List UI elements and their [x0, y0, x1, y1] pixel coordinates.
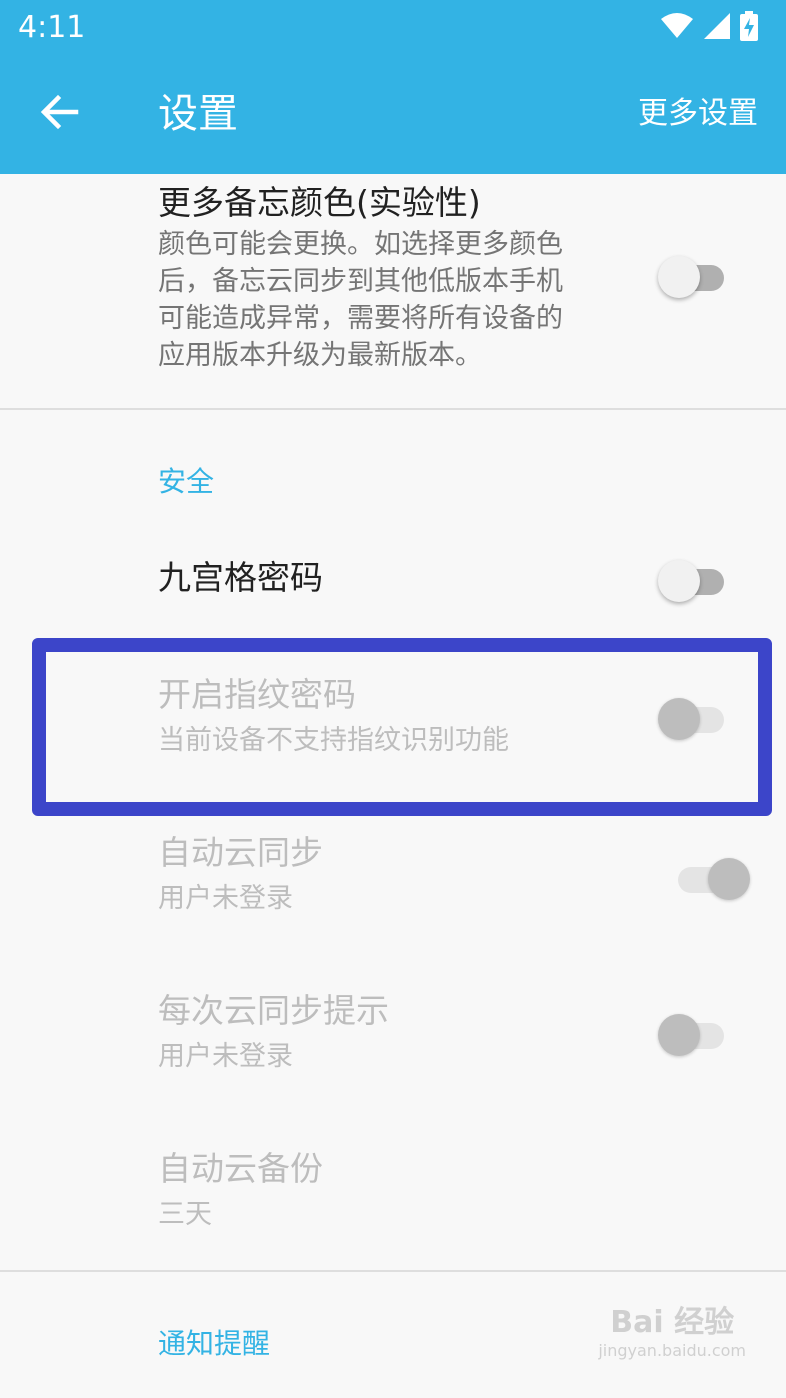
pref-title: 自动云备份 [158, 1149, 323, 1188]
pref-summary: 用户未登录 [158, 1041, 293, 1072]
status-icons [660, 10, 758, 42]
pref-title: 每次云同步提示 [158, 991, 389, 1030]
pref-title: 自动云同步 [158, 833, 323, 872]
page-title: 设置 [158, 91, 238, 137]
pref-title: 九宫格密码 [158, 558, 323, 597]
pref-title: 更多备忘颜色(实验性) [158, 183, 481, 222]
pref-summary: 用户未登录 [158, 883, 293, 914]
pattern-lock-switch[interactable] [658, 554, 728, 602]
section-header-security: 安全 [158, 465, 215, 498]
battery-charging-icon [740, 11, 758, 41]
watermark: Bai 经验 jingyan.baidu.com [598, 1305, 746, 1360]
arrow-left-icon [40, 94, 79, 130]
status-time: 4:11 [18, 10, 86, 45]
section-header-notifications: 通知提醒 [158, 1327, 271, 1360]
wifi-icon [661, 13, 693, 38]
pref-summary: 颜色可能会更换。如选择更多颜色 后，备忘云同步到其他低版本手机 可能造成异常，需… [158, 229, 563, 371]
more-colors-switch[interactable] [658, 250, 728, 298]
divider [0, 1270, 786, 1272]
pref-summary: 三天 [158, 1199, 212, 1230]
auto-sync-switch [672, 852, 750, 900]
back-button[interactable] [36, 88, 84, 136]
signal-icon [704, 13, 730, 39]
divider [0, 408, 786, 410]
settings-list: 更多备忘颜色(实验性) 颜色可能会更换。如选择更多颜色 后，备忘云同步到其他低版… [0, 174, 786, 1398]
sync-prompt-switch [658, 1008, 728, 1056]
app-bar: 4:11 设置 更多设置 [0, 0, 786, 174]
more-settings-button[interactable]: 更多设置 [638, 92, 758, 136]
highlight-box [32, 638, 772, 816]
